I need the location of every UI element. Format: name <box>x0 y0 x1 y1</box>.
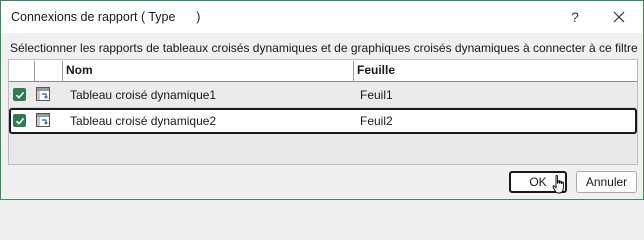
pivot-table-icon <box>36 113 50 127</box>
help-icon: ? <box>571 9 579 25</box>
pivot-table-icon <box>36 87 50 101</box>
title-bar: Connexions de rapport ( Type ) ? <box>1 1 643 33</box>
close-icon <box>613 11 625 23</box>
mouse-cursor-icon <box>552 175 564 194</box>
instruction-text: Sélectionner les rapports de tableaux cr… <box>10 41 638 55</box>
checkmark-icon <box>15 117 24 125</box>
close-button[interactable] <box>597 1 641 33</box>
row-sheet: Feuil1 <box>360 88 393 102</box>
row-checkbox[interactable] <box>13 88 26 101</box>
help-button[interactable]: ? <box>553 1 597 33</box>
row-sheet: Feuil2 <box>360 114 393 128</box>
report-list[interactable]: Nom Feuille Tableau croisé dynamique1 Fe… <box>8 59 638 165</box>
dialog-title: Connexions de rapport ( Type ) <box>11 10 201 24</box>
checkmark-icon <box>15 91 24 99</box>
row-name: Tableau croisé dynamique2 <box>70 114 217 128</box>
column-header-name[interactable]: Nom <box>63 60 93 81</box>
row-name: Tableau croisé dynamique1 <box>70 88 217 102</box>
column-separator[interactable] <box>34 61 35 81</box>
row-checkbox[interactable] <box>13 114 26 127</box>
column-header-sheet[interactable]: Feuille <box>354 60 395 81</box>
list-item[interactable]: Tableau croisé dynamique2 Feuil2 <box>9 108 637 134</box>
report-connections-dialog: Connexions de rapport ( Type ) ? Sélecti… <box>0 0 644 200</box>
list-item[interactable]: Tableau croisé dynamique1 Feuil1 <box>9 82 637 108</box>
cancel-button[interactable]: Annuler <box>576 171 637 193</box>
list-header: Nom Feuille <box>9 60 637 82</box>
